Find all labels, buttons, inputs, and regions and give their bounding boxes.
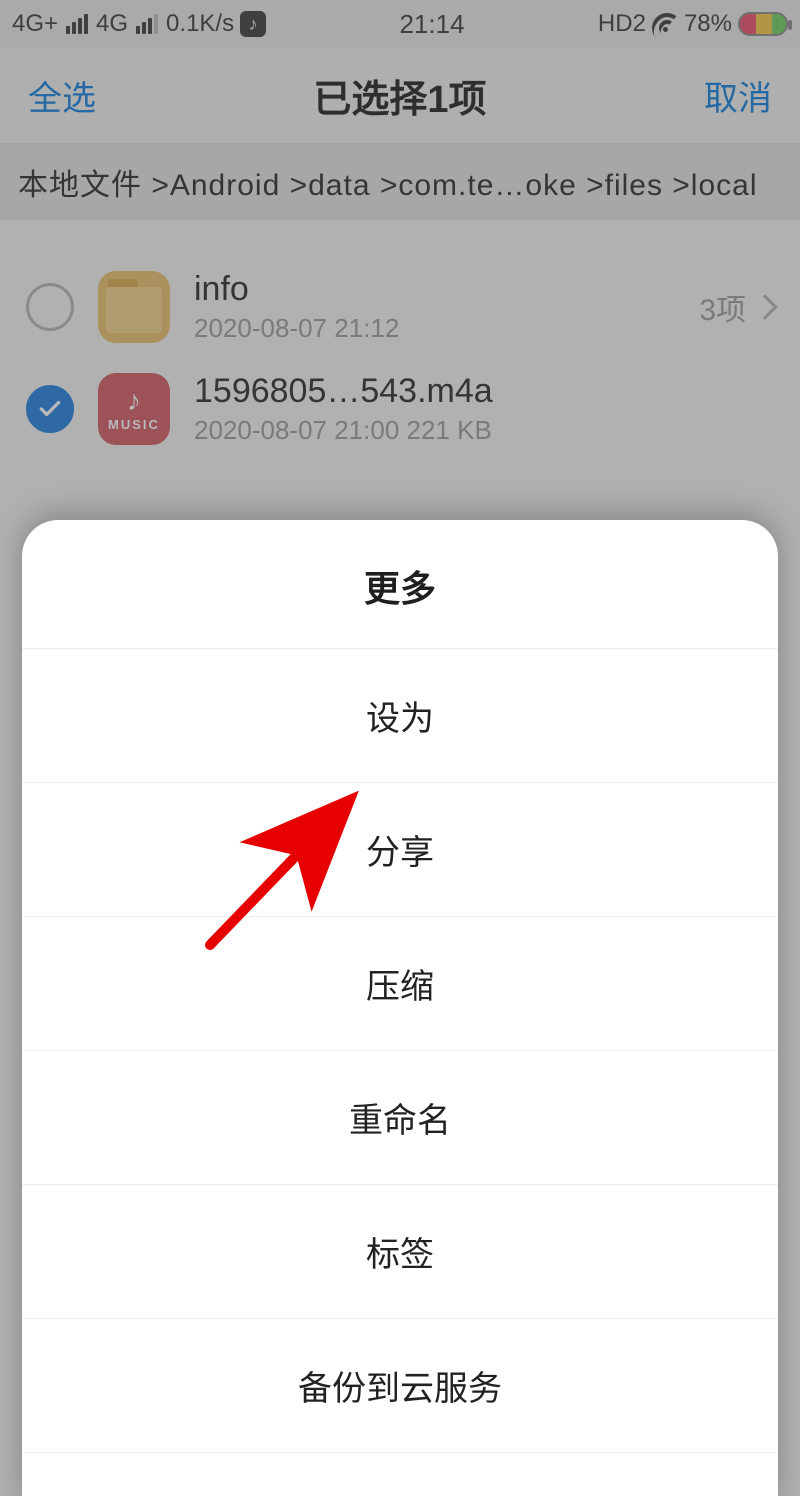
sheet-title: 更多 (22, 520, 778, 649)
action-open-with[interactable]: 打开方式 (22, 1453, 778, 1496)
action-share[interactable]: 分享 (22, 783, 778, 917)
action-compress[interactable]: 压缩 (22, 917, 778, 1051)
action-rename[interactable]: 重命名 (22, 1051, 778, 1185)
action-set-as[interactable]: 设为 (22, 649, 778, 783)
action-tag[interactable]: 标签 (22, 1185, 778, 1319)
more-actions-sheet: 更多 设为 分享 压缩 重命名 标签 备份到云服务 打开方式 (22, 520, 778, 1496)
action-backup[interactable]: 备份到云服务 (22, 1319, 778, 1453)
